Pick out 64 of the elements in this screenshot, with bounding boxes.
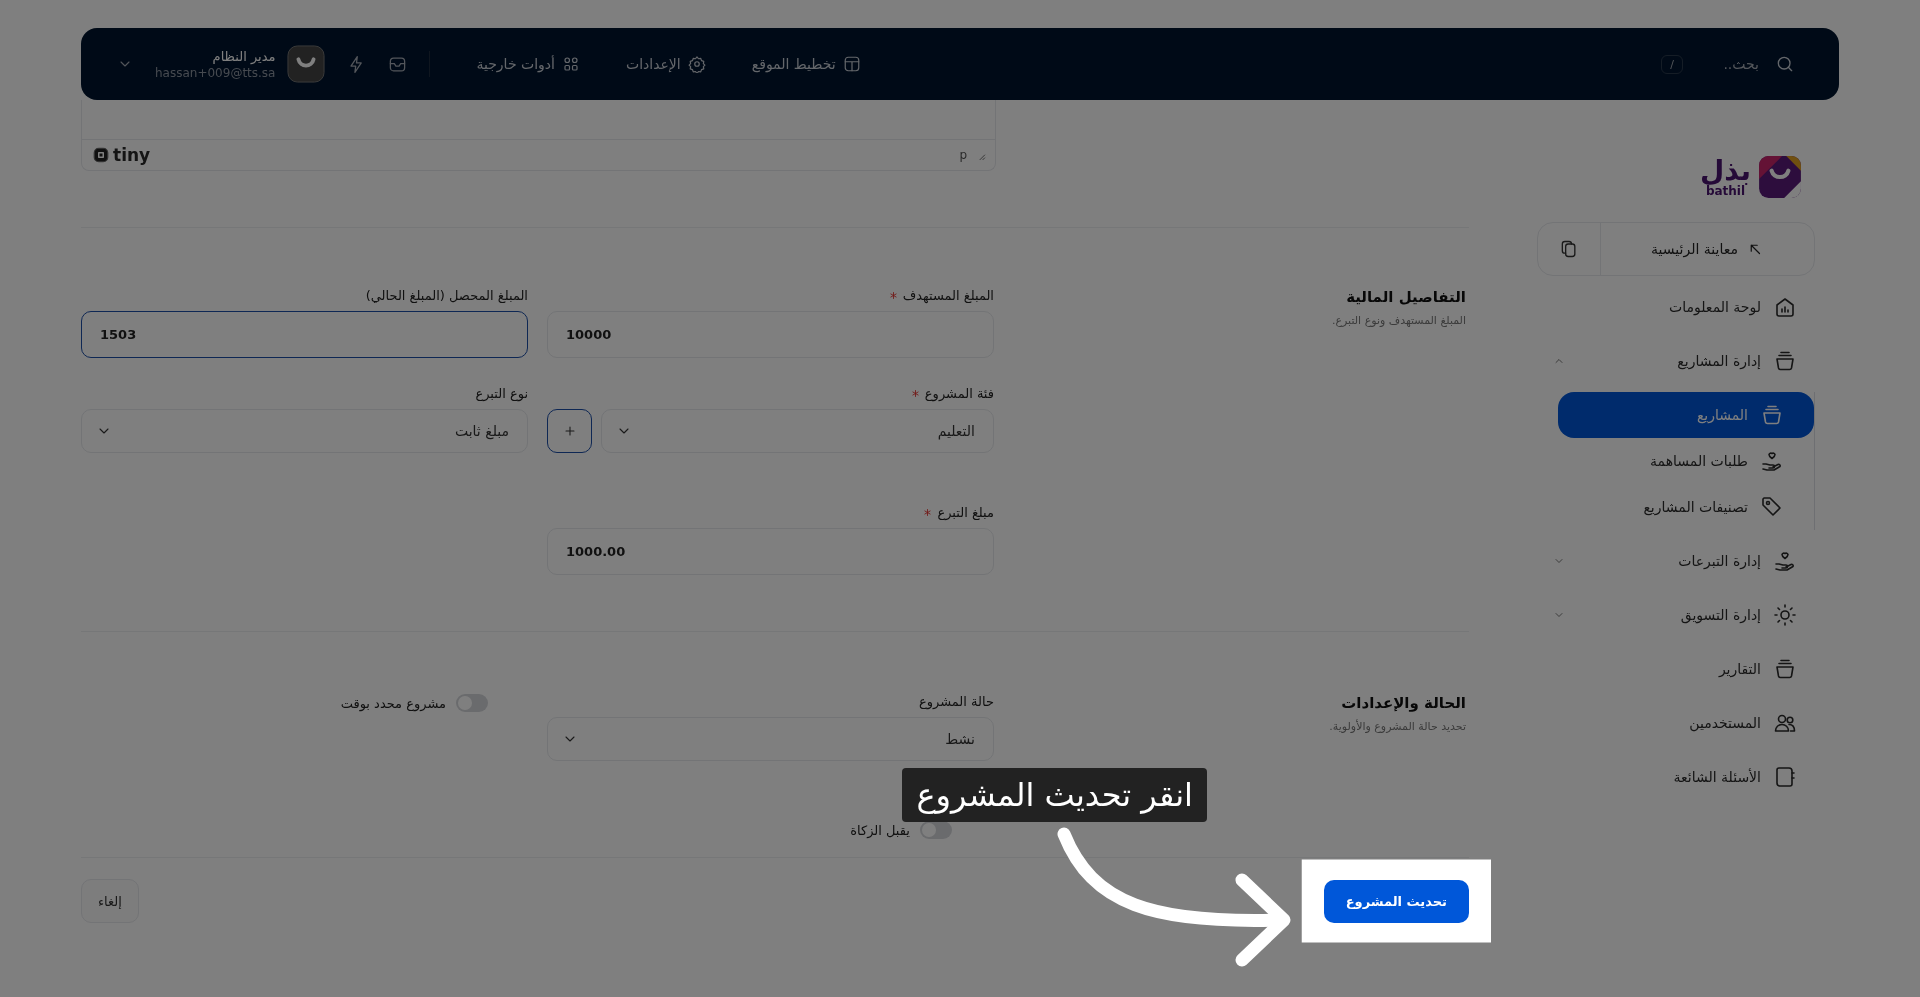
copy-icon [1559, 239, 1579, 259]
field-label: مبلغ التبرع [937, 505, 994, 520]
avatar-icon [287, 45, 326, 83]
preview-link[interactable]: معاينة الرئيسية [1600, 223, 1814, 275]
section-title: التفاصيل المالية [1345, 288, 1466, 306]
layout-icon [842, 55, 861, 73]
text-field[interactable]: 1000.00 [547, 528, 994, 575]
basket-icon [1760, 403, 1784, 427]
section-description: المبلغ المستهدف ونوع التبرع. [1331, 314, 1466, 327]
toggle-label: يقبل الزكاة [850, 822, 910, 838]
user-name: مدير النظام [212, 48, 276, 64]
book-icon [1773, 765, 1797, 789]
field-label: فئة المشروع [924, 386, 994, 401]
sidebar-item[interactable]: لوحة المعلومات [1537, 284, 1815, 330]
update-button[interactable]: تحديث المشروع [1323, 879, 1469, 923]
toggle-label: مشروع محدد بوقت [340, 695, 446, 711]
hand-heart-icon [1760, 449, 1784, 473]
sidebar-item[interactable]: إدارة المشاريع [1537, 338, 1815, 384]
settings-icon [687, 55, 706, 73]
search-icon [1775, 54, 1795, 74]
chart-icon [1773, 295, 1797, 319]
nav-link[interactable]: تخطيط الموقع [751, 55, 861, 73]
shortcut-key: / [1661, 54, 1683, 74]
select-field[interactable]: نشط [547, 717, 994, 761]
select-field[interactable]: مبلغ ثابت [81, 409, 528, 453]
nav-link[interactable]: الإعدادات [625, 55, 706, 73]
basket-icon [1773, 657, 1797, 681]
sidebar-item[interactable]: التقارير [1537, 646, 1815, 692]
required-icon [888, 291, 898, 300]
sidebar-item[interactable]: إدارة التبرعات [1537, 538, 1815, 584]
required-icon [910, 389, 920, 398]
basket-icon [1773, 349, 1797, 373]
editor-brand: tiny [113, 145, 151, 165]
sun-icon [1773, 603, 1797, 627]
section-title: الحالة والإعدادات [1340, 694, 1466, 712]
sidebar-item[interactable]: إدارة التسويق [1537, 592, 1815, 638]
hand-heart-icon [1773, 549, 1797, 573]
element-path: p [959, 148, 967, 162]
search-field[interactable]: بحث.. [1697, 55, 1761, 73]
tour-caption: انقر تحديث المشروع [902, 768, 1207, 823]
sidebar-item[interactable]: المشاريع [1558, 392, 1814, 438]
sidebar-item[interactable]: تصنيفات المشاريع [1558, 484, 1814, 530]
section-description: تحديد حالة المشروع والأولوية. [1328, 720, 1466, 733]
tag-icon [1760, 495, 1784, 519]
field-label: المبلغ المحصل (المبلغ الحالي) [365, 288, 528, 303]
required-icon [923, 508, 933, 517]
sidebar-item[interactable]: الأسئلة الشائعة [1537, 754, 1815, 800]
user-email: hassan+009@tts.sa [155, 65, 276, 80]
field-label: نوع التبرع [475, 386, 528, 401]
nav-link[interactable]: أدوات خارجية [476, 55, 580, 73]
select-field[interactable]: التعليم [601, 409, 994, 453]
field-label: حالة المشروع [919, 694, 994, 709]
logo-caption: bathil [1705, 185, 1746, 197]
sidebar-item[interactable]: المستخدمين [1537, 700, 1815, 746]
text-field[interactable]: 10000 [547, 311, 994, 358]
apps-icon [561, 55, 580, 73]
logo-icon [1757, 154, 1803, 200]
cancel-button[interactable]: إلغاء [81, 879, 139, 923]
editor-logo-icon [92, 146, 110, 164]
add-button[interactable] [547, 409, 592, 453]
text-field[interactable]: 1503 [81, 311, 528, 358]
sidebar-item[interactable]: طلبات المساهمة [1558, 438, 1814, 484]
field-label: المبلغ المستهدف [902, 288, 994, 303]
logo-text: بذل [1700, 157, 1751, 185]
